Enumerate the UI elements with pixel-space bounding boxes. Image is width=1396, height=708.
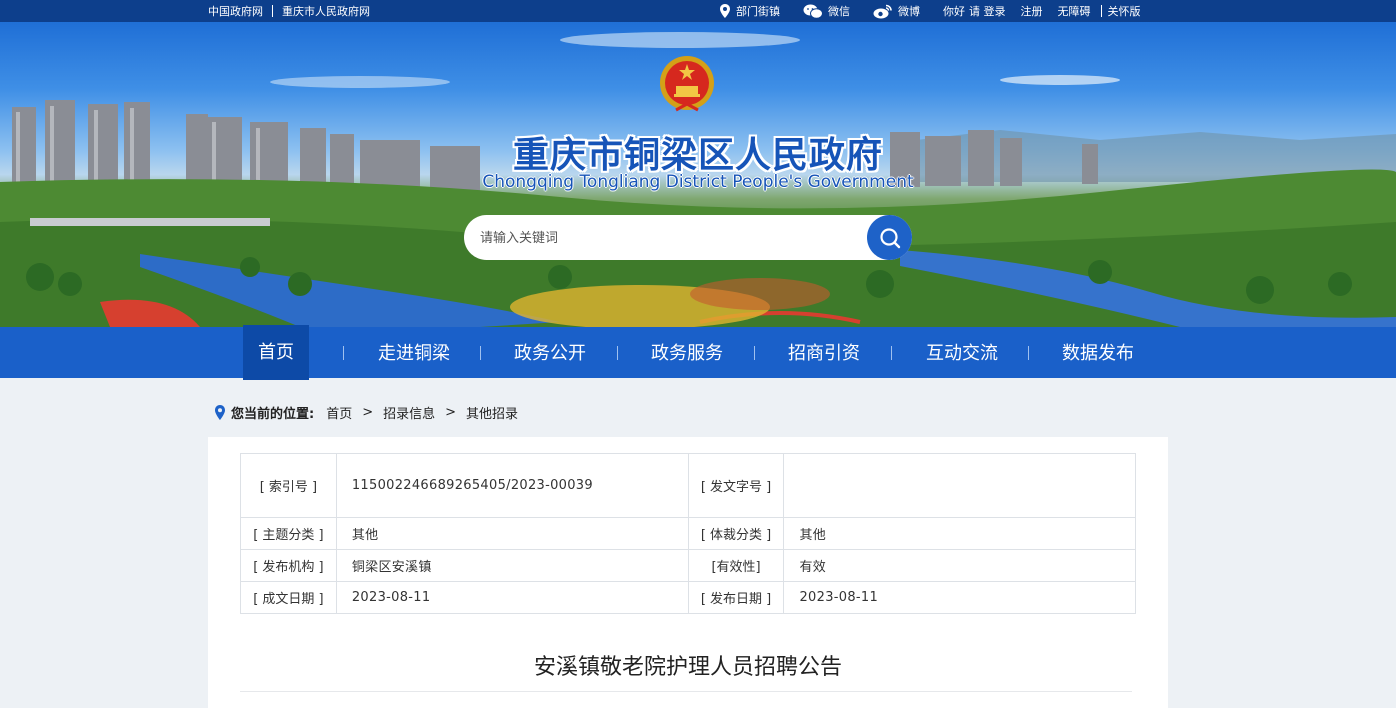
wechat-link[interactable]: 微信 (803, 3, 850, 19)
document-metadata-table: [ 索引号 ] 115002246689265405/2023-00039 [ … (240, 453, 1136, 614)
wechat-label: 微信 (828, 5, 850, 18)
header-banner: 重庆市铜梁区人民政府 Chongqing Tongliang District … (0, 22, 1396, 327)
breadcrumb: 您当前的位置: 首页 > 招录信息 > 其他招录 (214, 403, 518, 422)
top-utility-bar: 中国政府网 重庆市人民政府网 部门街镇 微信 微博 你好 请 登录 注册 无障碍… (0, 0, 1396, 22)
national-emblem-icon (660, 56, 714, 112)
weibo-link[interactable]: 微博 (873, 3, 920, 19)
dept-label: 部门街镇 (736, 5, 780, 18)
nav-divider (617, 346, 618, 360)
created-date-value: 2023-08-11 (335, 581, 689, 614)
nav-investment[interactable]: 招商引资 (780, 327, 868, 378)
article-title: 安溪镇敬老院护理人员招聘公告 (533, 655, 842, 680)
publisher-value: 铜梁区安溪镇 (335, 549, 689, 582)
created-date-key: [ 成文日期 ] (240, 581, 337, 614)
search-button[interactable] (867, 215, 912, 260)
table-row: [ 发布机构 ] 铜梁区安溪镇 [有效性] 有效 (240, 549, 1136, 582)
divider (272, 5, 273, 17)
index-number-value: 115002246689265405/2023-00039 (335, 453, 689, 518)
table-row: [ 成文日期 ] 2023-08-11 [ 发布日期 ] 2023-08-11 (240, 581, 1136, 614)
weibo-label: 微博 (898, 5, 920, 18)
publisher-key: [ 发布机构 ] (240, 549, 337, 582)
content-card: [ 索引号 ] 115002246689265405/2023-00039 [ … (208, 437, 1168, 708)
published-date-key: [ 发布日期 ] (687, 581, 785, 614)
search-icon (879, 227, 900, 248)
breadcrumb-separator: > (445, 404, 457, 420)
index-number-key: [ 索引号 ] (240, 453, 337, 518)
nav-gov-services[interactable]: 政务服务 (643, 327, 731, 378)
validity-key: [有效性] (687, 549, 785, 582)
nav-divider (754, 346, 755, 360)
genre-value: 其他 (783, 517, 1136, 550)
nav-divider (1028, 346, 1029, 360)
top-right-links: 部门街镇 微信 微博 你好 请 登录 注册 无障碍 关怀版 (719, 0, 1151, 22)
search-input[interactable] (480, 227, 860, 249)
breadcrumb-other-recruitment[interactable]: 其他招录 (466, 403, 518, 422)
wechat-icon (803, 4, 823, 19)
top-left-links: 中国政府网 重庆市人民政府网 (208, 0, 370, 22)
location-pin-icon (215, 404, 225, 420)
breadcrumb-label: 您当前的位置: (231, 406, 315, 422)
genre-key: [ 体裁分类 ] (687, 517, 785, 550)
link-chongqing-gov[interactable]: 重庆市人民政府网 (282, 3, 370, 19)
nav-home[interactable]: 首页 (243, 325, 309, 380)
breadcrumb-home[interactable]: 首页 (326, 403, 352, 422)
link-china-gov[interactable]: 中国政府网 (208, 3, 263, 19)
breadcrumb-separator: > (362, 404, 374, 420)
greeting-text: 你好 (943, 5, 965, 18)
title-divider (240, 691, 1132, 692)
main-nav: 首页 走进铜梁 政务公开 政务服务 招商引资 互动交流 数据发布 (0, 325, 1396, 380)
nav-data-release[interactable]: 数据发布 (1054, 327, 1142, 378)
location-pin-icon (720, 4, 730, 18)
nav-about-tongliang[interactable]: 走进铜梁 (370, 327, 458, 378)
doc-number-key: [ 发文字号 ] (687, 453, 785, 518)
breadcrumb-recruitment-info[interactable]: 招录信息 (383, 403, 435, 422)
nav-divider (343, 346, 344, 360)
weibo-icon (873, 4, 892, 18)
login-link[interactable]: 请 登录 (969, 3, 1006, 19)
doc-number-value (783, 453, 1136, 518)
register-link[interactable]: 注册 (1021, 3, 1043, 19)
table-row: [ 索引号 ] 115002246689265405/2023-00039 [ … (240, 453, 1136, 518)
validity-value: 有效 (783, 549, 1136, 582)
divider (1100, 5, 1102, 17)
nav-gov-affairs-open[interactable]: 政务公开 (506, 327, 594, 378)
nav-interaction[interactable]: 互动交流 (918, 327, 1006, 378)
search-box (464, 215, 912, 260)
nav-divider (891, 346, 892, 360)
dept-link[interactable]: 部门街镇 (719, 3, 780, 19)
care-mode-link[interactable]: 关怀版 (1108, 3, 1141, 19)
nav-divider (480, 346, 481, 360)
accessible-link[interactable]: 无障碍 (1058, 3, 1091, 19)
published-date-value: 2023-08-11 (783, 581, 1136, 614)
table-row: [ 主题分类 ] 其他 [ 体裁分类 ] 其他 (240, 517, 1136, 550)
topic-value: 其他 (335, 517, 689, 550)
topic-key: [ 主题分类 ] (240, 517, 337, 550)
site-subtitle: Chongqing Tongliang District People's Go… (482, 172, 914, 192)
site-title: 重庆市铜梁区人民政府 (512, 135, 883, 176)
